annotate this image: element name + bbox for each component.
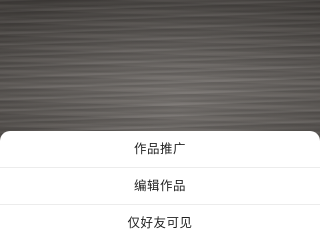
- edit-work-option[interactable]: 编辑作品: [0, 168, 320, 205]
- friends-only-option[interactable]: 仅好友可见: [0, 205, 320, 240]
- screen: 作品推广 编辑作品 仅好友可见: [0, 0, 320, 240]
- promote-work-option[interactable]: 作品推广: [0, 131, 320, 168]
- action-sheet: 作品推广 编辑作品 仅好友可见: [0, 131, 320, 240]
